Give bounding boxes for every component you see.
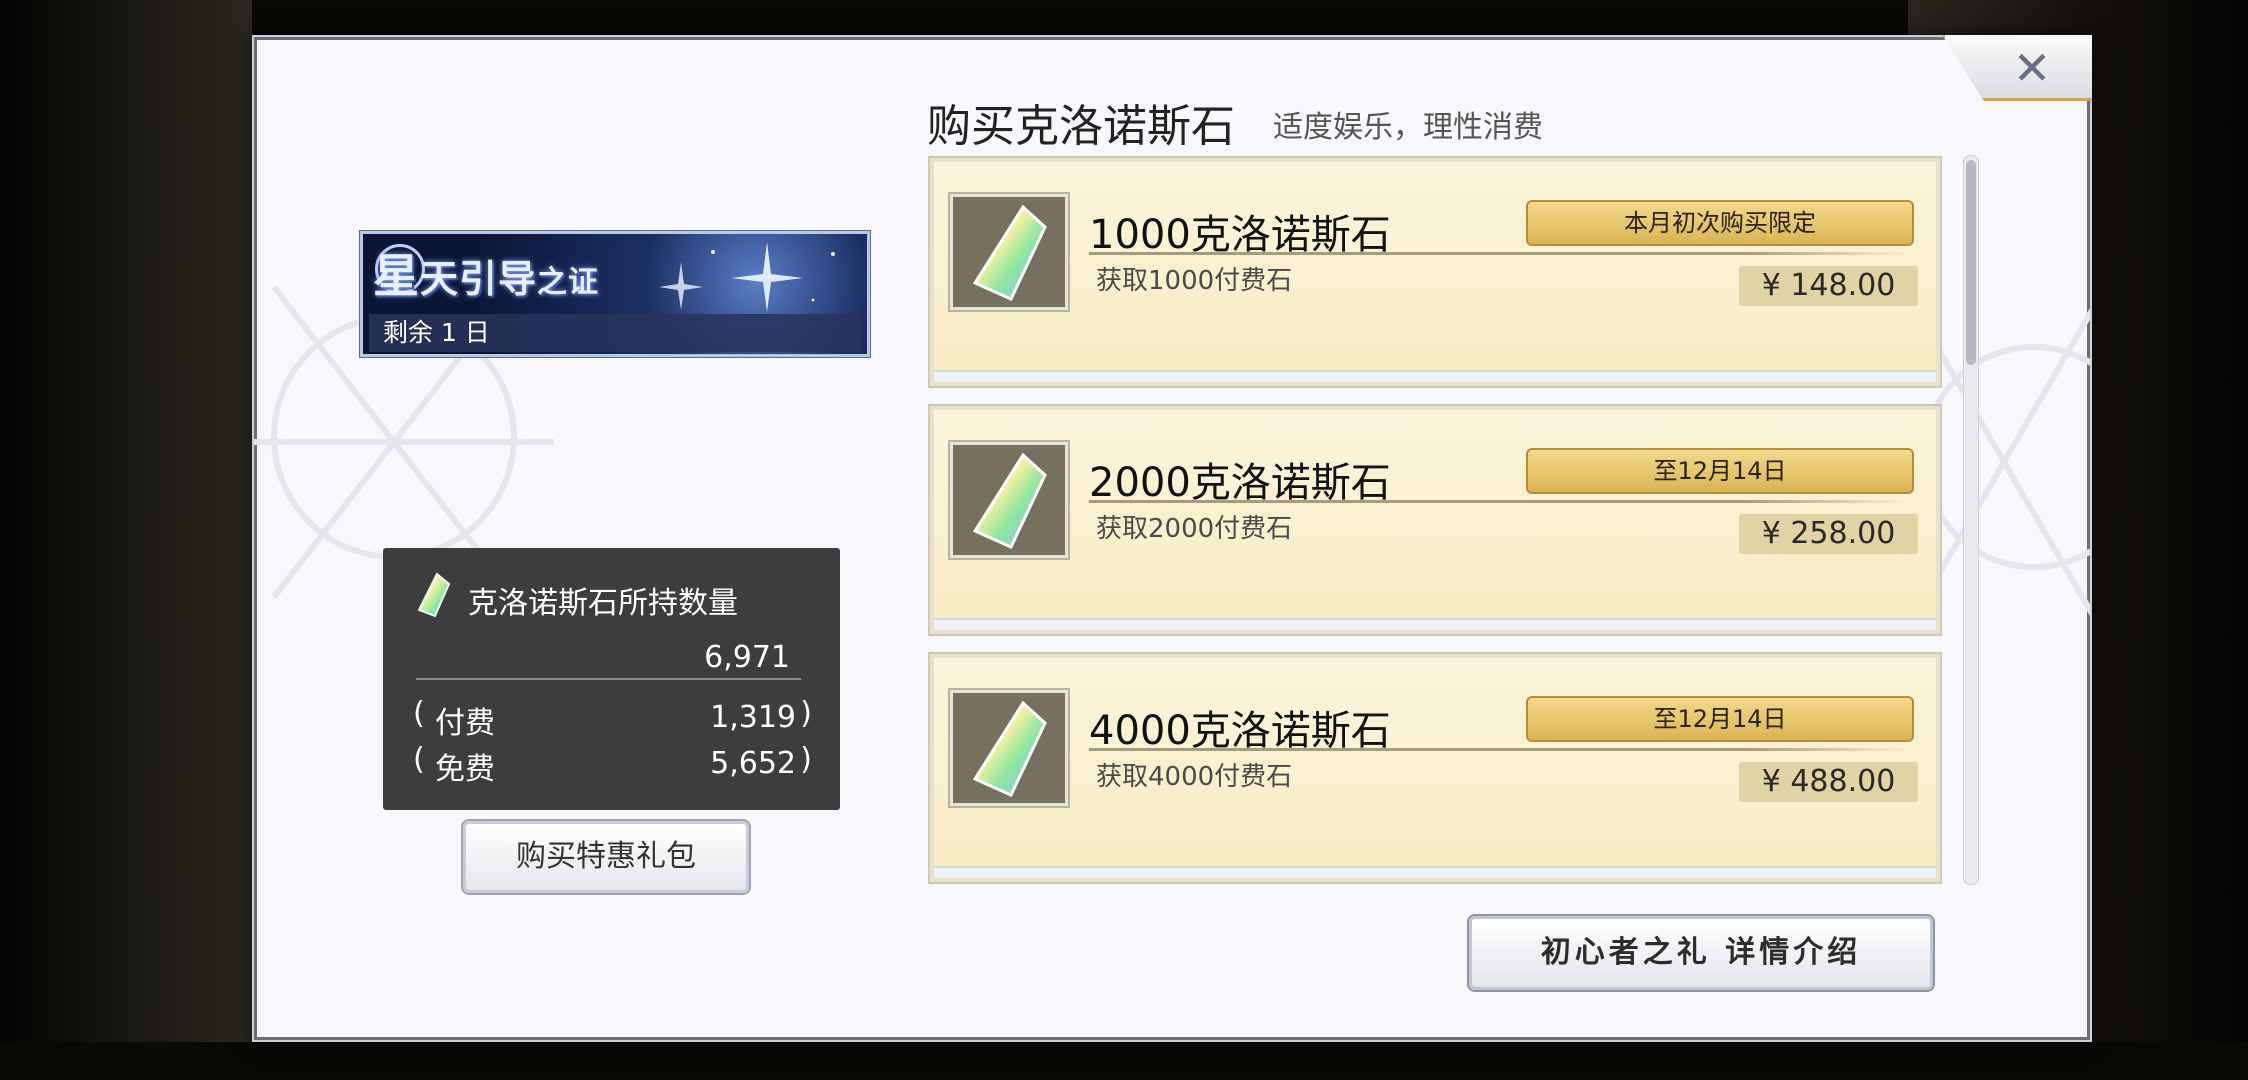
event-logo: 星天引导之证 [373, 249, 600, 303]
crystal-icon [950, 442, 1068, 558]
close-icon[interactable]: ✕ [1992, 38, 2072, 98]
list-item[interactable]: 4000克洛诺斯石 获取4000付费石 至12月14日 ¥ 488.00 [930, 654, 1940, 882]
item-description: 获取1000付费石 [1096, 266, 1293, 296]
divider [416, 678, 801, 680]
item-badge: 至12月14日 [1526, 696, 1914, 742]
background-bottom [0, 1042, 2248, 1080]
scrollbar[interactable] [1963, 155, 1979, 885]
item-price: ¥ 148.00 [1739, 266, 1918, 306]
buy-gift-pack-button[interactable]: 购买特惠礼包 [463, 821, 749, 893]
holdings-total: 6,971 [704, 640, 790, 675]
free-label: 免费 [435, 752, 495, 787]
crystal-icon [950, 690, 1068, 806]
item-price: ¥ 488.00 [1739, 762, 1918, 802]
paren-close: ) [800, 742, 812, 777]
item-badge: 本月初次购买限定 [1526, 200, 1914, 246]
event-remaining: 剩余 1 日 [369, 314, 861, 352]
paid-label: 付费 [435, 706, 495, 741]
free-value: 5,652 [710, 746, 796, 781]
holdings-panel: 克洛诺斯石所持数量 6,971 ( 付费 1,319 ) ( 免费 5,652 … [383, 548, 840, 810]
background-left [0, 0, 252, 1080]
paren-close: ) [800, 696, 812, 731]
paren-open: ( [413, 742, 425, 777]
paren-open: ( [413, 696, 425, 731]
divider [1089, 748, 1909, 751]
page-title: 购买克洛诺斯石 [927, 101, 1235, 152]
item-price: ¥ 258.00 [1739, 514, 1918, 554]
consumption-note: 适度娱乐，理性消费 [1273, 110, 1543, 145]
scrollbar-thumb[interactable] [1966, 160, 1976, 365]
beginner-gift-details-button[interactable]: 初心者之礼 详情介绍 [1469, 916, 1933, 990]
divider [1089, 252, 1909, 255]
crystal-icon [950, 194, 1068, 310]
paid-value: 1,319 [710, 700, 796, 735]
item-description: 获取2000付费石 [1096, 514, 1293, 544]
item-description: 获取4000付费石 [1096, 762, 1293, 792]
list-item[interactable]: 1000克洛诺斯石 获取1000付费石 本月初次购买限定 ¥ 148.00 [930, 158, 1940, 386]
item-list[interactable]: 1000克洛诺斯石 获取1000付费石 本月初次购买限定 ¥ 148.00 20… [927, 155, 1945, 885]
event-banner[interactable]: 星天引导之证 剩余 1 日 [360, 231, 870, 357]
crystal-icon [417, 572, 451, 618]
item-badge: 至12月14日 [1526, 448, 1914, 494]
list-item[interactable]: 2000克洛诺斯石 获取2000付费石 至12月14日 ¥ 258.00 [930, 406, 1940, 634]
divider [1089, 500, 1909, 503]
holdings-title: 克洛诺斯石所持数量 [468, 586, 738, 621]
